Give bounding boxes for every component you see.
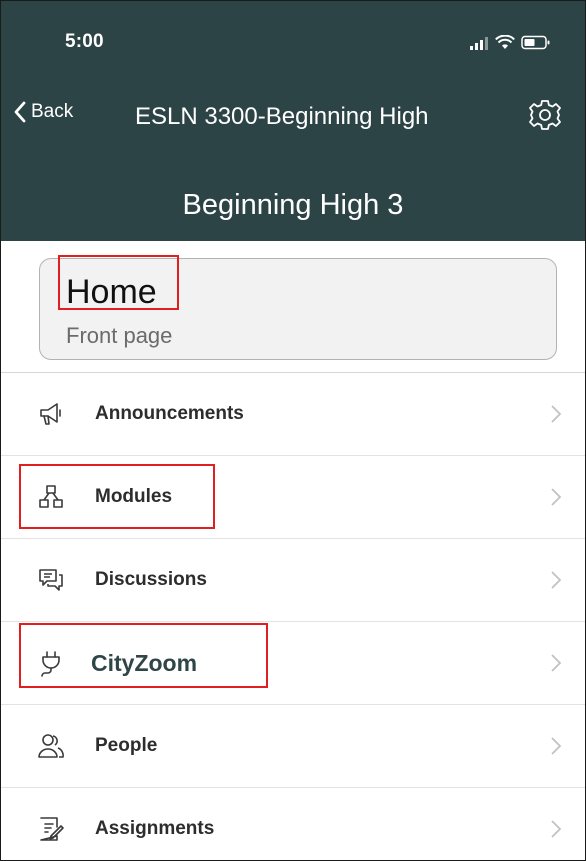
back-button[interactable]: Back	[13, 101, 73, 123]
modules-icon	[39, 485, 63, 508]
menu-label-modules: Modules	[95, 486, 173, 507]
menu-label-announcements: Announcements	[95, 403, 244, 424]
course-header: 5:00 Back ESLN 3300-Beginning High Begin…	[1, 1, 585, 241]
app-screen: 5:00 Back ESLN 3300-Beginning High Begin…	[0, 0, 586, 861]
settings-button[interactable]	[527, 97, 563, 133]
battery-icon	[521, 35, 550, 50]
home-subtitle: Front page	[66, 323, 173, 348]
menu-item-announcements[interactable]: Announcements	[1, 373, 585, 456]
discussions-icon	[39, 569, 63, 591]
chevron-right-icon	[551, 820, 562, 838]
nav-bar: Back ESLN 3300-Beginning High	[1, 91, 585, 141]
assignments-icon	[40, 817, 64, 841]
home-title: Home	[66, 273, 157, 311]
chevron-right-icon	[551, 571, 562, 589]
menu-label-people: People	[95, 735, 158, 756]
plug-icon	[41, 651, 60, 677]
chevron-right-icon	[551, 654, 562, 672]
menu-item-assignments[interactable]: Assignments	[1, 788, 585, 860]
menu-label-assignments: Assignments	[95, 818, 215, 839]
chevron-right-icon	[551, 488, 562, 506]
menu-item-discussions[interactable]: Discussions	[1, 539, 585, 622]
menu-item-cityzoom[interactable]: CityZoom	[1, 622, 585, 705]
gear-icon	[529, 100, 561, 130]
status-time: 5:00	[65, 31, 104, 52]
menu-item-modules[interactable]: Modules	[1, 456, 585, 539]
chevron-right-icon	[551, 737, 562, 755]
menu-item-people[interactable]: People	[1, 705, 585, 788]
chevron-left-icon	[14, 101, 26, 123]
course-title: ESLN 3300-Beginning High	[135, 103, 429, 130]
menu-label-discussions: Discussions	[95, 569, 207, 590]
menu-label-cityzoom: CityZoom	[91, 649, 198, 676]
wifi-icon	[495, 35, 515, 49]
people-icon	[38, 734, 64, 758]
course-subtitle: Beginning High 3	[182, 189, 404, 221]
megaphone-icon	[40, 403, 61, 425]
status-icons	[469, 35, 551, 50]
chevron-right-icon	[551, 405, 562, 423]
cellular-signal-icon	[470, 36, 488, 50]
back-label: Back	[31, 101, 74, 122]
course-menu: Announcements Modules Discussions CityZo…	[1, 373, 585, 860]
home-card[interactable]: Home Front page	[39, 258, 557, 360]
